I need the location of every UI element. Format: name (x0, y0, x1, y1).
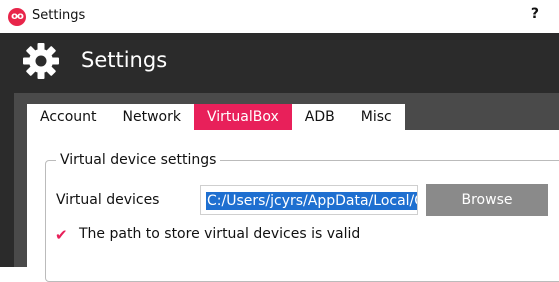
virtual-device-settings-group (45, 160, 559, 282)
page-title: Settings (81, 48, 168, 72)
checkmark-icon: ✔ (55, 226, 68, 244)
settings-header: Settings (0, 33, 559, 91)
group-title: Virtual device settings (56, 152, 221, 168)
browse-button[interactable]: Browse (426, 184, 548, 216)
validation-message: The path to store virtual devices is val… (79, 226, 361, 242)
virtual-devices-path-input[interactable]: C:/Users/jcyrs/AppData/Local/G (200, 185, 418, 215)
tab-account[interactable]: Account (27, 104, 110, 130)
tab-network[interactable]: Network (109, 104, 194, 130)
window-title: Settings (32, 8, 86, 23)
tab-bar: Account Network VirtualBox ADB Misc (27, 104, 405, 130)
help-button[interactable]: ? (531, 6, 539, 22)
tab-misc[interactable]: Misc (347, 104, 405, 130)
app-logo-icon: oo (8, 8, 26, 26)
title-bar: oo Settings ? (0, 0, 559, 33)
gear-icon (23, 43, 59, 79)
virtual-devices-label: Virtual devices (56, 192, 160, 208)
tab-adb[interactable]: ADB (291, 104, 348, 130)
path-input-value: C:/Users/jcyrs/AppData/Local/G (206, 192, 417, 210)
tab-virtualbox[interactable]: VirtualBox (194, 104, 292, 130)
